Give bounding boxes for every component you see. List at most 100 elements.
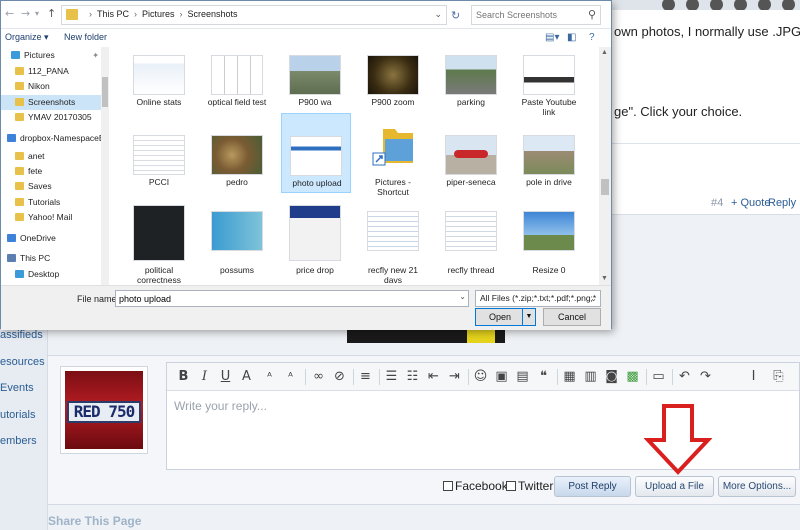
file-item[interactable]: political correctness bbox=[125, 203, 193, 287]
nav-item-tutorials[interactable]: Tutorials bbox=[1, 195, 101, 210]
file-item[interactable]: price drop bbox=[281, 203, 349, 287]
camera-icon[interactable]: ◙ bbox=[603, 368, 620, 385]
file-item[interactable]: pole in drive bbox=[515, 127, 583, 211]
nav-classifieds[interactable]: assifieds bbox=[0, 329, 43, 341]
nav-events[interactable]: Events bbox=[0, 382, 34, 394]
breadcrumb-screenshots[interactable]: Screenshots bbox=[188, 9, 238, 19]
nav-item-yahoo-mail[interactable]: Yahoo! Mail bbox=[1, 210, 101, 225]
facebook-share-checkbox[interactable]: Facebook? bbox=[443, 479, 514, 493]
image-icon[interactable]: ▣ bbox=[493, 368, 510, 385]
file-item[interactable]: parking bbox=[437, 47, 505, 131]
font-family-icon[interactable]: ᴬ bbox=[282, 368, 299, 385]
map-icon[interactable]: ▩ bbox=[624, 368, 641, 385]
file-scrollbar[interactable]: ▲ ▼ bbox=[599, 47, 611, 285]
nav-tutorials[interactable]: utorials bbox=[0, 409, 35, 421]
post-reply-button[interactable]: Post Reply bbox=[554, 476, 631, 497]
indent-icon[interactable]: ⇥ bbox=[446, 368, 463, 385]
nav-item-ymav[interactable]: YMAV 20170305 bbox=[1, 110, 101, 125]
smiley-icon[interactable]: ☺ bbox=[472, 368, 489, 385]
file-name-input[interactable] bbox=[116, 291, 452, 306]
remove-format-icon[interactable]: Ⅰ bbox=[745, 368, 762, 385]
quote-link[interactable]: + Quote bbox=[731, 197, 770, 209]
more-options-button[interactable]: More Options... bbox=[718, 476, 796, 497]
new-folder-button[interactable]: New folder bbox=[64, 32, 107, 42]
view-options-icon[interactable]: ▤▾ bbox=[545, 32, 559, 43]
file-item[interactable]: Online stats bbox=[125, 47, 193, 131]
outdent-icon[interactable]: ⇤ bbox=[425, 368, 442, 385]
nav-scroll-thumb[interactable] bbox=[102, 77, 108, 107]
list-bullets-icon[interactable]: ☰ bbox=[383, 368, 400, 385]
scroll-up-icon[interactable]: ▲ bbox=[601, 49, 608, 56]
avatar[interactable]: RED 750 bbox=[60, 366, 148, 454]
nav-item-this-pc[interactable]: This PC bbox=[1, 251, 101, 266]
nav-scrollbar[interactable] bbox=[101, 47, 109, 285]
recent-dropdown-icon[interactable]: ▾ bbox=[35, 8, 47, 20]
refresh-icon[interactable]: ↻ bbox=[451, 9, 460, 22]
nav-item-anet[interactable]: anet bbox=[1, 149, 101, 164]
help-icon[interactable]: ? bbox=[589, 32, 595, 43]
text-color-icon[interactable]: A bbox=[238, 368, 255, 385]
file-item[interactable]: PCCI bbox=[125, 127, 193, 211]
chevron-down-icon[interactable]: ⌄ bbox=[590, 291, 597, 306]
search-icon[interactable]: ⚲ bbox=[588, 8, 596, 21]
file-item-selected[interactable]: photo upload bbox=[281, 113, 351, 193]
nav-resources[interactable]: esources bbox=[0, 356, 45, 368]
scroll-down-icon[interactable]: ▼ bbox=[601, 275, 608, 282]
nav-item-fete[interactable]: fete bbox=[1, 164, 101, 179]
nav-item-saves[interactable]: Saves bbox=[1, 179, 101, 194]
nav-item-dropbox[interactable]: dropbox-NamespaceEx bbox=[1, 131, 109, 146]
file-item[interactable]: recfly thread bbox=[437, 203, 505, 287]
nav-item-screenshots[interactable]: Screenshots bbox=[1, 95, 101, 110]
chevron-down-icon[interactable]: ⌄ bbox=[459, 292, 466, 301]
open-options-dropdown[interactable]: ▼ bbox=[522, 308, 536, 326]
nav-item-pictures[interactable]: Pictures ✦ bbox=[1, 48, 101, 63]
redo-icon[interactable]: ↷ bbox=[697, 368, 714, 385]
file-item[interactable]: optical field test bbox=[203, 47, 271, 131]
nav-item-112-pana[interactable]: 112_PANA bbox=[1, 64, 101, 79]
reply-link[interactable]: Reply bbox=[768, 197, 796, 209]
file-item[interactable]: Paste Youtube link bbox=[515, 47, 583, 131]
open-button[interactable]: Open bbox=[475, 308, 525, 326]
toggle-bbcode-icon[interactable]: ⎘ bbox=[770, 368, 787, 385]
font-size-icon[interactable]: ᴬ bbox=[261, 368, 278, 385]
file-type-select[interactable]: All Files (*.zip;*.txt;*.pdf;*.png;* ⌄ bbox=[475, 290, 601, 307]
undo-icon[interactable]: ↶ bbox=[676, 368, 693, 385]
nav-item-desktop[interactable]: Desktop bbox=[1, 267, 101, 282]
bold-icon[interactable]: B bbox=[175, 368, 192, 385]
nav-item-nikon[interactable]: Nikon bbox=[1, 79, 101, 94]
link-icon[interactable]: ∞ bbox=[310, 368, 327, 385]
cancel-button[interactable]: Cancel bbox=[543, 308, 601, 326]
search-input[interactable] bbox=[472, 6, 580, 24]
search-box[interactable]: ⚲ bbox=[471, 5, 601, 25]
align-icon[interactable]: ≡ bbox=[357, 368, 374, 385]
organize-button[interactable]: Organize ▾ bbox=[5, 32, 49, 43]
list-numbers-icon[interactable]: ☷ bbox=[404, 368, 421, 385]
file-name-box[interactable]: ⌄ bbox=[115, 290, 469, 307]
breadcrumb-this-pc[interactable]: This PC bbox=[97, 9, 129, 19]
file-item[interactable]: pedro bbox=[203, 127, 271, 211]
media-icon[interactable]: ▤ bbox=[514, 368, 531, 385]
underline-icon[interactable]: U bbox=[217, 368, 234, 385]
save-draft-icon[interactable]: ▭ bbox=[650, 368, 667, 385]
file-scroll-thumb[interactable] bbox=[601, 179, 609, 195]
upload-file-button[interactable]: Upload a File bbox=[635, 476, 714, 497]
pin-icon[interactable]: ✦ bbox=[92, 48, 99, 63]
preview-pane-icon[interactable]: ◧ bbox=[567, 32, 576, 43]
file-item[interactable]: possums bbox=[203, 203, 271, 287]
nav-members[interactable]: embers bbox=[0, 435, 37, 447]
twitter-share-checkbox[interactable]: Twitter bbox=[506, 479, 553, 493]
nav-item-onedrive[interactable]: OneDrive bbox=[1, 231, 101, 246]
file-item[interactable]: Resize 0 bbox=[515, 203, 583, 287]
back-arrow-icon[interactable]: ← bbox=[5, 8, 17, 20]
unlink-icon[interactable]: ⊘ bbox=[331, 368, 348, 385]
chevron-down-icon[interactable]: ⌄ bbox=[434, 9, 442, 20]
quote-icon[interactable]: ❝ bbox=[535, 368, 552, 385]
forward-arrow-icon[interactable]: → bbox=[21, 8, 33, 20]
checkbox-icon[interactable] bbox=[443, 481, 453, 491]
up-arrow-icon[interactable]: ↑ bbox=[47, 8, 59, 20]
spoiler-icon[interactable]: ▥ bbox=[582, 368, 599, 385]
checkbox-icon[interactable] bbox=[506, 481, 516, 491]
breadcrumb-pictures[interactable]: Pictures bbox=[142, 9, 175, 19]
post-number[interactable]: #4 bbox=[711, 197, 723, 209]
italic-icon[interactable]: I bbox=[196, 368, 213, 385]
